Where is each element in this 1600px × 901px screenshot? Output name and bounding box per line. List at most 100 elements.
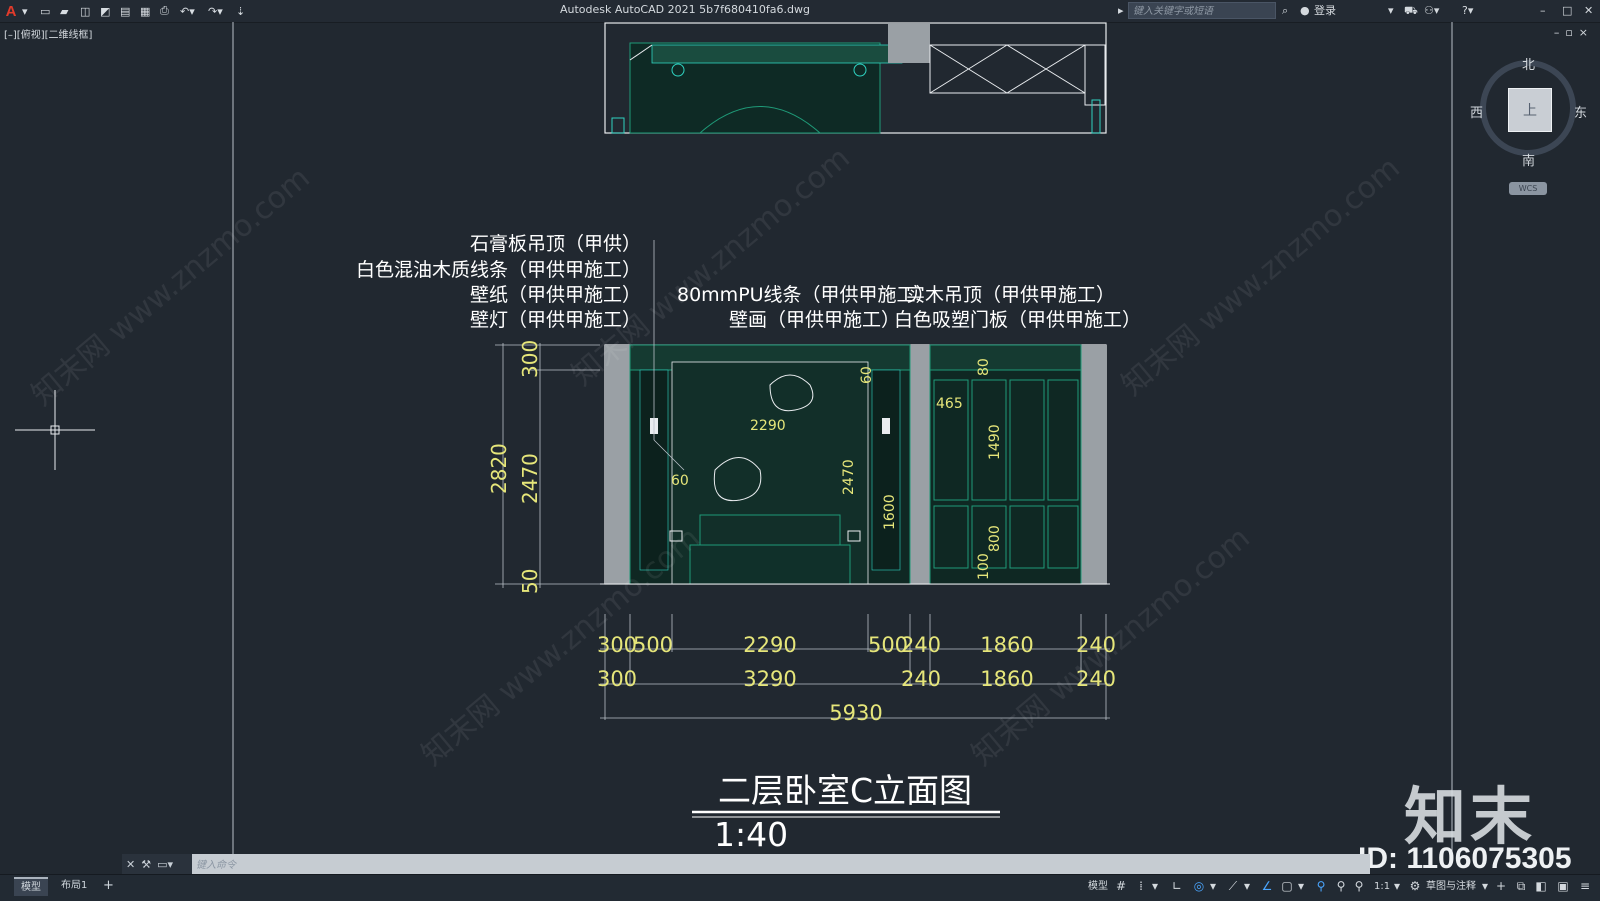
login-button[interactable]: 登录 [1314, 3, 1336, 19]
command-input[interactable]: 键入命令 [196, 856, 236, 871]
dim-total-5930: 5930 [829, 701, 882, 725]
title-bar: A ▾ ▭ ▰ ◫ ◩ ▤ ▦ ⎙ ↶▾ ↷▾ ⇣ Autodesk AutoC… [0, 0, 1600, 23]
dim-inner-465: 465 [936, 396, 963, 412]
dim-inner-100: 100 [976, 553, 992, 580]
dim-row1-300: 300 [597, 633, 637, 657]
compass-east[interactable]: 东 [1574, 102, 1587, 121]
snap-icon[interactable]: ⁞ [1134, 879, 1148, 893]
object-snap-chevron-icon[interactable]: ▾ [1294, 879, 1308, 893]
save-web-icon[interactable]: ▦ [140, 3, 150, 19]
search-input[interactable]: 键入关键字或短语 [1128, 2, 1276, 19]
drawing-canvas[interactable]: 石膏板吊顶（甲供） 白色混油木质线条（甲供甲施工） 壁纸（甲供甲施工） 壁灯（甲… [0, 22, 1600, 854]
dim-row2-240-left: 240 [901, 667, 941, 691]
dim-left-300: 300 [518, 340, 542, 378]
undo-icon[interactable]: ↶▾ [180, 3, 195, 19]
isolate-objects-icon[interactable]: ◧ [1534, 879, 1548, 893]
a360-icon[interactable]: ⚇▾ [1424, 3, 1439, 19]
dim-left-50: 50 [518, 569, 542, 594]
scale-chevron-icon[interactable]: ▾ [1390, 879, 1404, 893]
viewcube[interactable]: 上 北 南 西 东 [1470, 58, 1587, 169]
dim-row2-3290: 3290 [743, 667, 796, 691]
window-title: Autodesk AutoCAD 2021 5b7f680410fa6.dwg [560, 3, 811, 16]
callout-left-2: 白色混油木质线条（甲供甲施工） [356, 259, 641, 281]
object-snap-tracking-icon[interactable]: ∠ [1260, 879, 1274, 893]
dim-row1-240-left: 240 [901, 633, 941, 657]
add-plus-icon[interactable]: + [1494, 879, 1508, 893]
workspace-gear-icon[interactable]: ⚙ [1408, 879, 1422, 893]
tab-layout1[interactable]: 布局1 [54, 877, 94, 894]
user-icon[interactable]: ● [1300, 3, 1310, 19]
dim-row1-2290: 2290 [743, 633, 796, 657]
dim-inner-800: 800 [987, 525, 1003, 552]
annotation-visibility-icon[interactable]: ⚲ [1314, 879, 1328, 893]
new-file-icon[interactable]: ▭ [40, 3, 50, 19]
search-expand-icon[interactable]: ▸ [1118, 3, 1124, 19]
model-space-button[interactable]: 模型 [1088, 880, 1108, 894]
login-chevron-icon[interactable]: ▾ [1388, 3, 1394, 19]
wcs-menu-button[interactable]: WCS [1509, 182, 1547, 195]
help-icon[interactable]: ?▾ [1462, 3, 1473, 19]
dim-inner-2470: 2470 [841, 459, 857, 495]
clean-screen-icon[interactable]: ▣ [1556, 879, 1570, 893]
dim-inner-60-top: 60 [859, 366, 875, 384]
annotation-scale-icon[interactable]: ⚲ [1352, 879, 1366, 893]
dim-row1-500-left: 500 [633, 633, 673, 657]
dim-left-2470: 2470 [518, 453, 542, 504]
drawing-title: 二层卧室C立面图 [718, 771, 972, 810]
save-as-icon[interactable]: ◩ [100, 3, 110, 19]
watermark-id: ID: 1106075305 [1358, 842, 1572, 875]
wrench-icon[interactable]: ⚒ [141, 858, 151, 871]
tab-model[interactable]: 模型 [14, 877, 48, 896]
customize-menu-icon[interactable]: ≡ [1578, 879, 1592, 893]
dim-inner-2290: 2290 [750, 418, 786, 434]
ortho-icon[interactable]: ∟ [1170, 879, 1184, 893]
maximize-window-button[interactable]: □ [1562, 3, 1572, 19]
compass-south[interactable]: 南 [1522, 150, 1535, 169]
command-recent-icon[interactable]: ▭▾ [157, 858, 173, 871]
auto-scale-icon[interactable]: ⚲ [1334, 879, 1348, 893]
callout-right-2: 实木吊顶（甲供甲施工） [906, 284, 1115, 306]
annotation-scale-value[interactable]: 1:1 [1374, 880, 1390, 894]
isodraft-chevron-icon[interactable]: ▾ [1240, 879, 1254, 893]
autocad-logo-icon[interactable]: A [2, 3, 20, 20]
callout-left-1: 石膏板吊顶（甲供） [470, 232, 641, 255]
compass-north[interactable]: 北 [1522, 54, 1535, 73]
search-icon[interactable]: ⌕ [1282, 3, 1288, 19]
callout-right-3: 壁画（甲供甲施工） [729, 309, 900, 331]
callout-left-3: 壁纸（甲供甲施工） [470, 284, 641, 306]
open-web-icon[interactable]: ▤ [120, 3, 130, 19]
add-layout-button[interactable]: + [96, 877, 121, 894]
save-icon[interactable]: ◫ [80, 3, 90, 19]
workspace-chevron-icon[interactable]: ▾ [1478, 879, 1492, 893]
dim-inner-1490: 1490 [987, 424, 1003, 460]
dim-row2-300: 300 [597, 667, 637, 691]
grid-icon[interactable]: # [1114, 879, 1128, 893]
open-file-icon[interactable]: ▰ [60, 3, 68, 19]
workspace-switch[interactable]: 草图与注释 [1426, 880, 1476, 894]
compass-west[interactable]: 西 [1470, 102, 1483, 121]
minimize-window-button[interactable]: – [1540, 3, 1546, 19]
units-icon[interactable]: ⧉ [1514, 879, 1528, 893]
dim-row1-1860: 1860 [980, 633, 1033, 657]
isodraft-icon[interactable]: ⟋ [1226, 879, 1240, 893]
drawing-scale: 1:40 [714, 815, 788, 854]
dim-left-2820: 2820 [487, 443, 511, 494]
object-snap-icon[interactable]: ▢ [1280, 879, 1294, 893]
redo-icon[interactable]: ↷▾ [208, 3, 223, 19]
customize-toolbar-icon[interactable]: ⇣ [236, 3, 245, 19]
dim-inner-1600: 1600 [882, 494, 898, 530]
app-menu-chevron-icon[interactable]: ▾ [22, 3, 28, 19]
close-icon[interactable]: ✕ [126, 858, 135, 871]
store-cart-icon[interactable]: ⛟ [1404, 3, 1418, 19]
callout-right-4: 白色吸塑门板（甲供甲施工） [894, 309, 1141, 331]
plot-icon[interactable]: ⎙ [160, 3, 169, 19]
close-window-button[interactable]: ✕ [1584, 3, 1593, 19]
callout-right-1: 80mmPU线条（甲供甲施工） [677, 284, 935, 306]
polar-chevron-icon[interactable]: ▾ [1206, 879, 1220, 893]
command-line-bar[interactable] [122, 854, 1370, 874]
dim-inner-60: 60 [671, 473, 689, 489]
viewcube-top-face[interactable]: 上 [1508, 88, 1552, 132]
polar-tracking-icon[interactable]: ◎ [1192, 879, 1206, 893]
plan-view-strip [604, 22, 1107, 134]
snap-chevron-icon[interactable]: ▾ [1148, 879, 1162, 893]
